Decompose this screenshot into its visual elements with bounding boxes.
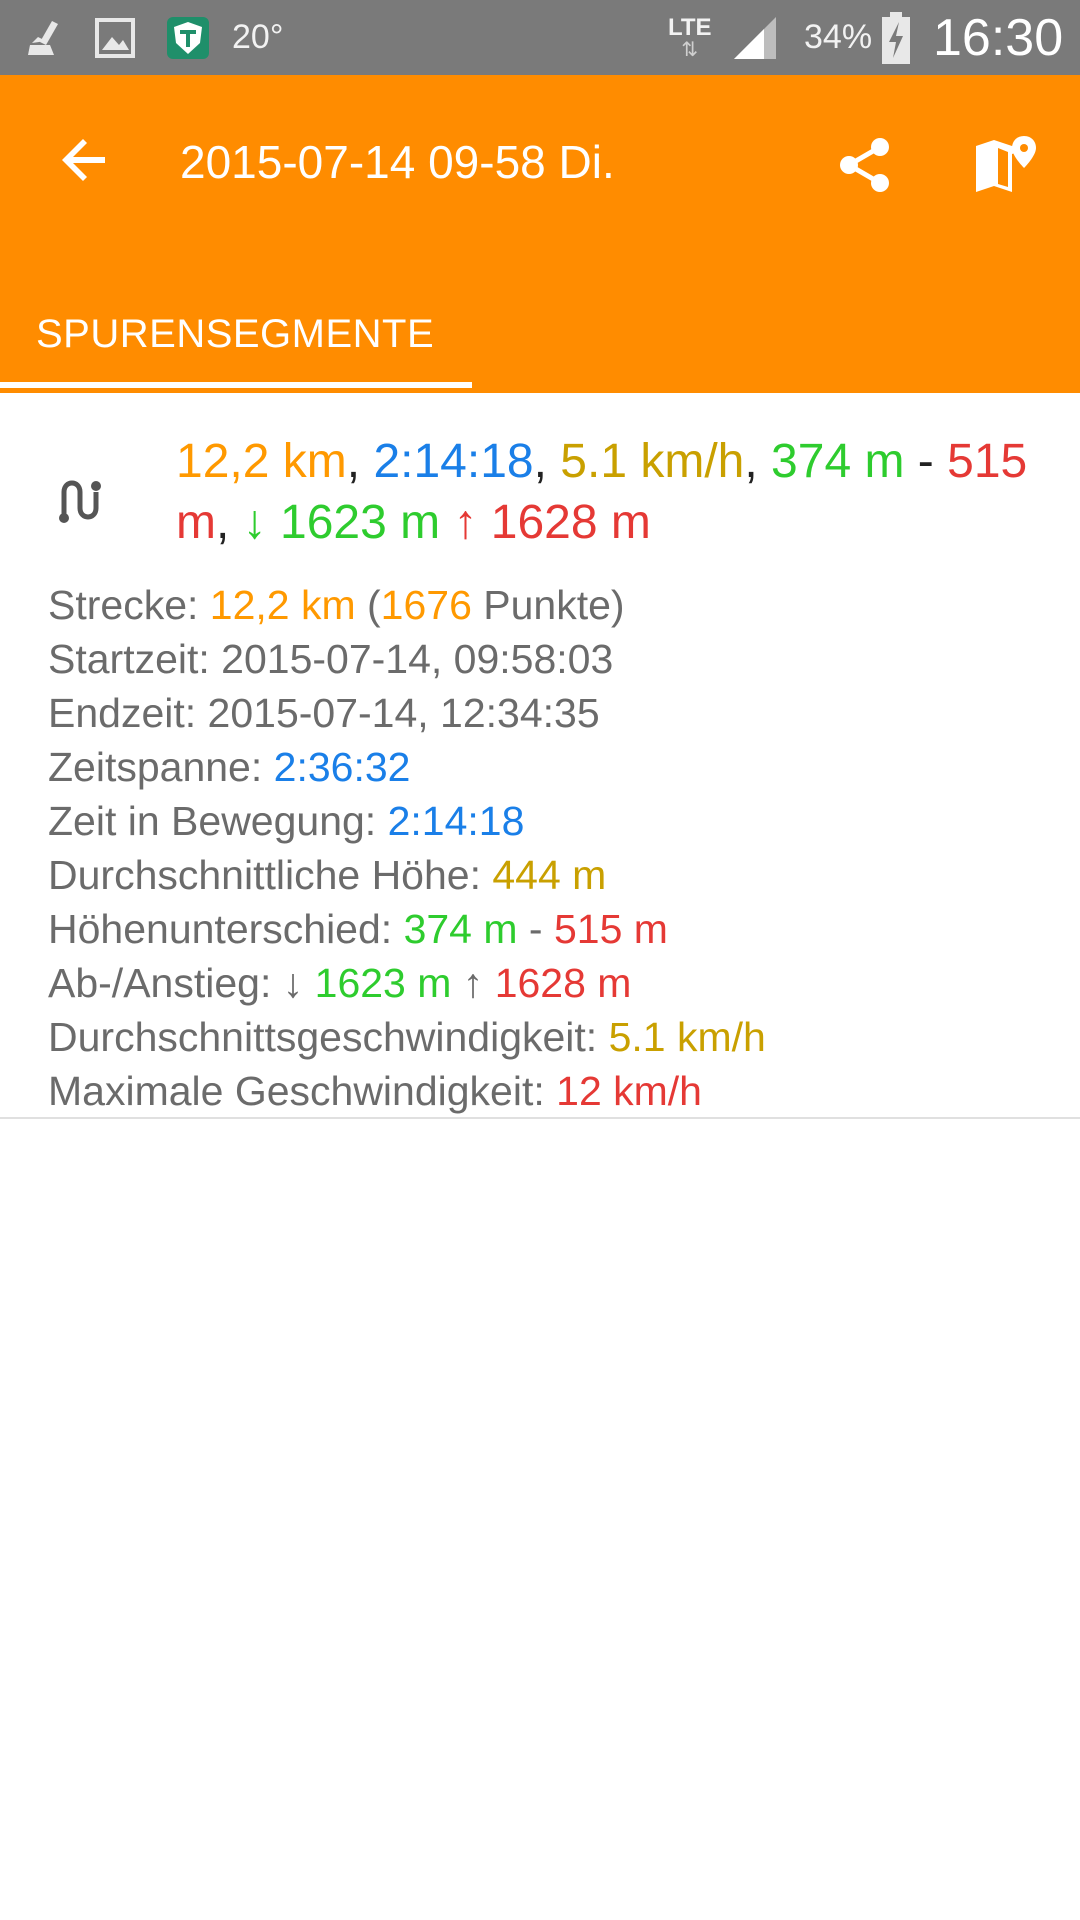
- detail-label: Durchschnittliche Höhe:: [48, 852, 493, 898]
- detail-label: Zeitspanne:: [48, 744, 274, 790]
- detail-points-value: 1676: [380, 582, 472, 628]
- detail-timespan-value: 2:36:32: [273, 744, 411, 790]
- detail-moving-time-value: 2:14:18: [387, 798, 525, 844]
- up-arrow-icon: ↑: [451, 960, 495, 1006]
- detail-label: Durchschnittsgeschwindigkeit:: [48, 1014, 609, 1060]
- detail-label: Strecke:: [48, 582, 210, 628]
- clock: 16:30: [933, 8, 1064, 67]
- detail-start-value: 2015-07-14, 09:58:03: [221, 636, 614, 682]
- summary-descent: ↓ 1623 m: [242, 496, 441, 549]
- map-button[interactable]: [960, 120, 1050, 210]
- detail-label: Ab-/Anstieg:: [48, 960, 283, 1006]
- share-button[interactable]: [820, 120, 910, 210]
- detail-text: Punkte): [471, 582, 625, 628]
- tab-spurensegmente[interactable]: SPURENSEGMENTE: [0, 280, 472, 388]
- list-divider: [0, 1117, 1080, 1119]
- detail-row-moving-time: Zeit in Bewegung: 2:14:18: [48, 794, 1048, 848]
- detail-max-altitude-value: 515 m: [553, 906, 668, 952]
- detail-row-distance: Strecke: 12,2 km (1676 Punkte): [48, 578, 1048, 632]
- detail-descent-value: 1623 m: [314, 960, 452, 1006]
- summary-separator: ,: [215, 496, 230, 549]
- segment-list-item[interactable]: 12,2 km, 2:14:18, 5.1 km/h, 374 m - 515 …: [0, 393, 1080, 1118]
- detail-max-speed-value: 12 km/h: [556, 1068, 702, 1114]
- temperature-text: 20°: [232, 18, 284, 56]
- detail-label: Maximale Geschwindigkeit:: [48, 1068, 557, 1114]
- shield-app-icon: [165, 0, 211, 75]
- detail-label: Endzeit:: [48, 690, 208, 736]
- summary-separator: ,: [533, 435, 547, 488]
- detail-avg-altitude-value: 444 m: [492, 852, 607, 898]
- detail-dash: -: [517, 906, 554, 952]
- summary-min-altitude: 374 m: [771, 435, 905, 488]
- down-arrow-icon: ↓: [282, 960, 315, 1006]
- page-title: 2015-07-14 09-58 Di.: [180, 136, 615, 188]
- summary-separator: ,: [744, 435, 758, 488]
- summary-separator: ,: [346, 435, 361, 488]
- detail-label: Startzeit:: [48, 636, 222, 682]
- summary-moving-time: 2:14:18: [373, 435, 534, 488]
- signal-icon: [730, 0, 780, 75]
- detail-end-value: 2015-07-14, 12:34:35: [207, 690, 600, 736]
- cleaner-icon: [22, 0, 68, 75]
- detail-row-avg-altitude: Durchschnittliche Höhe: 444 m: [48, 848, 1048, 902]
- detail-row-end: Endzeit: 2015-07-14, 12:34:35: [48, 686, 1048, 740]
- segment-summary: 12,2 km, 2:14:18, 5.1 km/h, 374 m - 515 …: [176, 431, 1036, 553]
- battery-percent: 34%: [804, 18, 873, 56]
- tab-indicator: [0, 382, 472, 388]
- status-bar: 20° LTE ⇅ 34% 16:30: [0, 0, 1080, 75]
- gallery-icon: [92, 0, 138, 75]
- back-button[interactable]: [40, 115, 130, 205]
- detail-text: (: [355, 582, 381, 628]
- detail-distance-value: 12,2 km: [209, 582, 356, 628]
- summary-ascent: ↑ 1628 m: [453, 496, 651, 549]
- detail-row-altitude-diff: Höhenunterschied: 374 m - 515 m: [48, 902, 1048, 956]
- summary-avg-speed: 5.1 km/h: [560, 435, 745, 488]
- battery-charging-icon: [880, 0, 912, 75]
- summary-dash: -: [917, 435, 934, 488]
- segment-details: Strecke: 12,2 km (1676 Punkte) Startzeit…: [48, 578, 1048, 1118]
- detail-row-timespan: Zeitspanne: 2:36:32: [48, 740, 1048, 794]
- data-arrows-icon: ⇅: [681, 38, 699, 61]
- detail-label: Höhenunterschied:: [48, 906, 404, 952]
- detail-row-climb: Ab-/Anstieg: ↓ 1623 m ↑ 1628 m: [48, 956, 1048, 1010]
- network-indicator: LTE ⇅: [668, 0, 712, 75]
- back-arrow-icon: [62, 139, 105, 181]
- app-bar: 2015-07-14 09-58 Di. SPURENSEGMENTE: [0, 75, 1080, 393]
- detail-min-altitude-value: 374 m: [403, 906, 518, 952]
- share-icon: [840, 138, 889, 192]
- detail-row-avg-speed: Durchschnittsgeschwindigkeit: 5.1 km/h: [48, 1010, 1048, 1064]
- network-type: LTE: [668, 13, 712, 41]
- detail-ascent-value: 1628 m: [494, 960, 632, 1006]
- summary-distance: 12,2 km: [176, 435, 347, 488]
- map-marker-icon: [976, 136, 1036, 192]
- detail-avg-speed-value: 5.1 km/h: [608, 1014, 766, 1060]
- tab-label: SPURENSEGMENTE: [36, 311, 435, 356]
- detail-label: Zeit in Bewegung:: [48, 798, 388, 844]
- detail-row-max-speed: Maximale Geschwindigkeit: 12 km/h: [48, 1064, 1048, 1118]
- route-icon: [52, 468, 116, 532]
- detail-row-start: Startzeit: 2015-07-14, 09:58:03: [48, 632, 1048, 686]
